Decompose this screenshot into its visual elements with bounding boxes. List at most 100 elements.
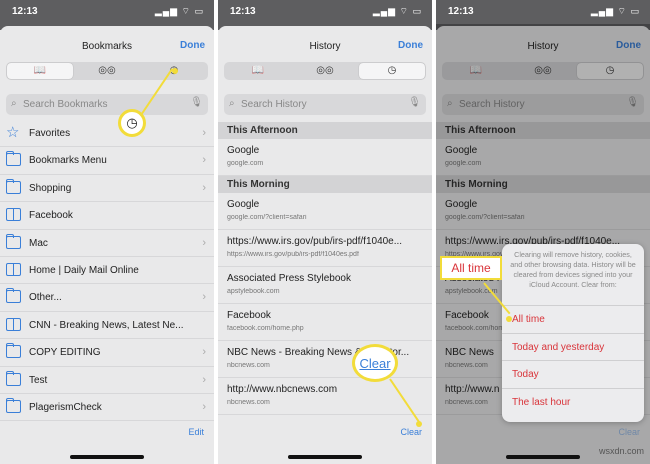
list-item-label: Other... — [29, 292, 62, 304]
search-history-input[interactable]: ⌕ Search History 🎙 — [224, 94, 426, 115]
sheet-top — [218, 24, 432, 34]
callout-clear-label: Clear — [359, 356, 391, 371]
all-time-callout: All time — [440, 256, 502, 280]
folder-icon — [6, 370, 21, 386]
watermark: wsxdn.com — [598, 446, 644, 456]
done-button[interactable]: Done — [398, 40, 423, 51]
list-item-label: Favorites — [29, 128, 71, 139]
history-url: nbcnews.com — [227, 399, 270, 406]
history-url: apstylebook.com — [227, 288, 280, 295]
glasses-icon: ◎◎ — [316, 65, 334, 76]
option-today-and-yesterday[interactable]: Today and yesterday — [502, 334, 644, 361]
section-header: This Morning — [218, 176, 432, 193]
list-item-label: Home | Daily Mail Online — [29, 264, 139, 276]
list-item-label: Mac — [29, 237, 48, 249]
status-icons: ▂▄▆ ⌔ ▭ — [154, 6, 204, 16]
microphone-icon[interactable]: 🎙 — [190, 97, 203, 108]
list-item-label: CNN - Breaking News, Latest Ne... — [29, 319, 184, 331]
history-url: https://www.irs.gov/pub/irs-pdf/f1040es.… — [227, 251, 359, 258]
status-icons: ▂▄▆ ⌔ ▭ — [590, 6, 640, 16]
history-list: This Afternoon Google google.com This Mo… — [218, 122, 432, 415]
list-item[interactable]: CNN - Breaking News, Latest Ne... — [0, 312, 214, 340]
history-url: facebook.com/home.php — [227, 325, 304, 332]
book-icon — [6, 317, 21, 331]
history-title: NBC News - Breaking News & Top Stor... — [227, 347, 410, 358]
list-item[interactable]: ☆ Favorites › — [0, 120, 214, 148]
list-item[interactable]: Facebook — [0, 202, 214, 230]
book-icon — [6, 262, 21, 276]
glasses-icon: ◎◎ — [98, 65, 116, 76]
option-last-hour[interactable]: The last hour — [502, 389, 644, 417]
clear-callout: Clear — [352, 344, 398, 382]
book-icon: 📖 — [251, 65, 265, 76]
chevron-right-icon: › — [202, 291, 206, 304]
list-item[interactable]: Mac › — [0, 230, 214, 257]
tab-history[interactable]: ◷ — [359, 63, 425, 79]
tab-bookmarks[interactable]: 📖 — [225, 63, 291, 79]
history-title: Facebook — [227, 310, 271, 321]
status-icons: ▂▄▆ ⌔ ▭ — [372, 6, 422, 16]
history-row[interactable]: Associated Press Stylebook apstylebook.c… — [218, 267, 432, 304]
chevron-right-icon: › — [202, 400, 206, 413]
list-item-label: PlagerismCheck — [29, 401, 102, 413]
history-url: google.com — [227, 160, 264, 167]
status-time: 12:13 — [12, 6, 38, 17]
chevron-right-icon: › — [202, 127, 206, 139]
list-item[interactable]: Test › — [0, 367, 214, 394]
tab-reading-list[interactable]: ◎◎ — [74, 63, 140, 79]
list-item[interactable]: Bookmarks Menu › — [0, 147, 214, 175]
folder-icon — [6, 233, 21, 249]
navbar: Bookmarks Done — [0, 36, 214, 58]
history-title: Google — [227, 199, 260, 210]
callout-pointer-dot — [506, 316, 512, 322]
option-today[interactable]: Today — [502, 361, 644, 389]
status-time: 12:13 — [230, 6, 256, 17]
status-bar: 12:13 ▂▄▆ ⌔ ▭ — [0, 0, 214, 24]
history-row[interactable]: Google google.com — [218, 139, 432, 176]
navbar: History Done — [218, 36, 432, 58]
list-item[interactable]: COPY EDITING › — [0, 339, 214, 367]
history-title: Google — [227, 145, 260, 156]
section-header: This Afternoon — [218, 122, 432, 139]
clock-callout: ◷ — [118, 109, 146, 137]
home-indicator — [506, 455, 580, 459]
status-time: 12:13 — [448, 6, 474, 17]
history-row[interactable]: NBC News - Breaking News & Top Stor... n… — [218, 341, 432, 378]
segmented-control: 📖 ◎◎ ◷ — [224, 62, 426, 80]
list-item-label: COPY EDITING — [29, 347, 101, 359]
history-row[interactable]: Google google.com/?client=safari — [218, 193, 432, 230]
history-title: Associated Press Stylebook — [227, 273, 351, 284]
search-bookmarks-input[interactable]: ⌕ Search Bookmarks 🎙 — [6, 94, 208, 115]
history-row[interactable]: https://www.irs.gov/pub/irs-pdf/f1040e..… — [218, 230, 432, 267]
microphone-icon[interactable]: 🎙 — [408, 97, 421, 108]
folder-icon — [6, 397, 21, 413]
list-item[interactable]: Shopping › — [0, 175, 214, 203]
tab-bookmarks[interactable]: 📖 — [7, 63, 73, 79]
chevron-right-icon: › — [202, 373, 206, 386]
clock-icon: ◷ — [126, 115, 138, 130]
option-all-time[interactable]: All time — [502, 306, 644, 334]
clear-history-popover: Clearing will remove history, cookies, a… — [502, 244, 644, 422]
search-placeholder: Search Bookmarks — [23, 99, 108, 110]
edit-button[interactable]: Edit — [188, 427, 204, 437]
list-item-label: Bookmarks Menu — [29, 155, 107, 167]
list-item[interactable]: Home | Daily Mail Online — [0, 257, 214, 285]
book-icon: 📖 — [33, 65, 47, 76]
clear-button[interactable]: Clear — [400, 427, 422, 437]
list-item[interactable]: PlagerismCheck › — [0, 394, 214, 422]
status-bar: 12:13 ▂▄▆ ⌔ ▭ — [436, 0, 650, 24]
bookmarks-panel: 12:13 ▂▄▆ ⌔ ▭ Bookmarks Done 📖 ◎◎ ◷ ⌕ Se… — [0, 0, 214, 464]
status-bar: 12:13 ▂▄▆ ⌔ ▭ — [218, 0, 432, 24]
folder-icon — [6, 343, 21, 359]
history-url: google.com/?client=safari — [227, 214, 307, 221]
folder-icon — [6, 178, 21, 194]
history-title: https://www.irs.gov/pub/irs-pdf/f1040e..… — [227, 236, 403, 247]
tab-reading-list[interactable]: ◎◎ — [292, 63, 358, 79]
clear-history-message: Clearing will remove history, cookies, a… — [502, 244, 644, 306]
list-item[interactable]: Other... › — [0, 284, 214, 312]
history-row[interactable]: Facebook facebook.com/home.php — [218, 304, 432, 341]
home-indicator — [288, 455, 362, 459]
home-indicator — [70, 455, 144, 459]
star-icon: ☆ — [6, 124, 20, 141]
done-button[interactable]: Done — [180, 40, 205, 51]
